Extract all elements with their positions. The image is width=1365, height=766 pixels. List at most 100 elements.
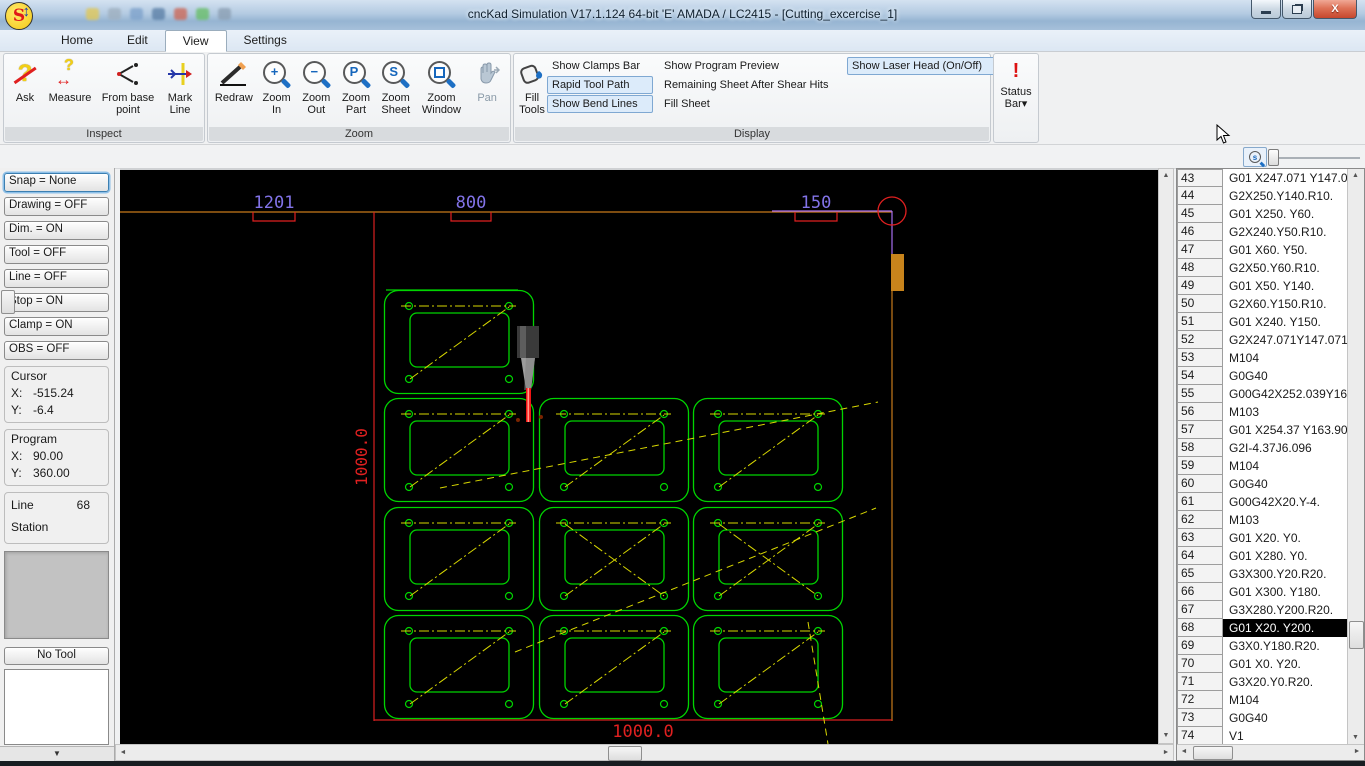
gcode-line-text[interactable]: G01 X20. Y0.	[1223, 529, 1347, 547]
mark-line-button[interactable]: Mark Line	[159, 54, 201, 128]
tab-home[interactable]: Home	[44, 30, 110, 52]
pan-button[interactable]: Pan	[467, 54, 507, 128]
gcode-row[interactable]: 49 G01 X50. Y140.	[1177, 276, 1347, 295]
gcode-zoom-slider-thumb[interactable]	[1268, 149, 1279, 166]
zoom-in-button[interactable]: + Zoom In	[257, 54, 297, 128]
gcode-row[interactable]: 47 G01 X60. Y50.	[1177, 240, 1347, 259]
gcode-row[interactable]: 52 G2X247.071Y147.071R	[1177, 330, 1347, 349]
show-program-preview-toggle[interactable]: Show Program Preview	[659, 57, 841, 75]
gcode-row[interactable]: 62 M103	[1177, 510, 1347, 529]
show-bend-lines-toggle[interactable]: Show Bend Lines	[547, 95, 653, 113]
gcode-vscroll-thumb[interactable]	[1349, 621, 1364, 649]
gcode-row[interactable]: 61 G00G42X20.Y-4.	[1177, 492, 1347, 511]
gcode-line-text[interactable]: G01 X280. Y0.	[1223, 547, 1347, 565]
scroll-right-icon[interactable]: ►	[1350, 745, 1364, 759]
canvas-hscroll-thumb[interactable]	[608, 746, 642, 761]
gcode-line-text[interactable]: G3X280.Y200.R20.	[1223, 601, 1347, 619]
gcode-row[interactable]: 55 G00G42X252.039Y167.	[1177, 384, 1347, 403]
scroll-left-icon[interactable]: ◄	[116, 745, 130, 760]
gcode-row[interactable]: 59 M104	[1177, 456, 1347, 475]
sidebar-toggle-line[interactable]: Line = OFF	[4, 269, 109, 288]
gcode-row[interactable]: 68 G01 X20. Y200.	[1177, 618, 1347, 637]
tab-edit[interactable]: Edit	[110, 30, 165, 52]
gcode-row[interactable]: 54 G0G40	[1177, 366, 1347, 385]
gcode-row[interactable]: 58 G2I-4.37J6.096	[1177, 438, 1347, 457]
fill-sheet-toggle[interactable]: Fill Sheet	[659, 95, 841, 113]
sidebar-toggle-drawing[interactable]: Drawing = OFF	[4, 197, 109, 216]
zoom-sheet-button[interactable]: S Zoom Sheet	[376, 54, 416, 128]
measure-button[interactable]: ? ↔ Measure	[43, 54, 97, 128]
scroll-up-icon[interactable]: ▲	[1159, 169, 1173, 183]
gcode-row[interactable]: 73 G0G40	[1177, 708, 1347, 727]
gcode-line-text[interactable]: G2X240.Y50.R10.	[1223, 223, 1347, 241]
gcode-line-text[interactable]: G01 X60. Y50.	[1223, 241, 1347, 259]
sidebar-toggle-clamp[interactable]: Clamp = ON	[4, 317, 109, 336]
sidebar-toggle-obs[interactable]: OBS = OFF	[4, 341, 109, 360]
gcode-line-text[interactable]: M104	[1223, 691, 1347, 709]
from-base-point-button[interactable]: From base point	[97, 54, 159, 128]
gcode-line-text[interactable]: G3X20.Y0.R20.	[1223, 673, 1347, 691]
sidebar-toggle-stop[interactable]: Stop = ON	[4, 293, 109, 312]
scroll-left-icon[interactable]: ◄	[1177, 745, 1191, 759]
gcode-line-text[interactable]: G2X250.Y140.R10.	[1223, 187, 1347, 205]
gcode-zoom-slider-track[interactable]	[1272, 157, 1360, 159]
gcode-line-text[interactable]: G01 X254.37 Y163.904	[1223, 421, 1347, 439]
gcode-line-text[interactable]: G2I-4.37J6.096	[1223, 439, 1347, 457]
show-clamps-bar-toggle[interactable]: Show Clamps Bar	[547, 57, 653, 75]
gcode-line-text[interactable]: G01 X0. Y20.	[1223, 655, 1347, 673]
scroll-up-icon[interactable]: ▲	[1348, 169, 1363, 183]
remaining-sheet-after-shear-hits-toggle[interactable]: Remaining Sheet After Shear Hits	[659, 76, 841, 94]
gcode-line-text[interactable]: G3X300.Y20.R20.	[1223, 565, 1347, 583]
gcode-row[interactable]: 70 G01 X0. Y20.	[1177, 654, 1347, 673]
gcode-row[interactable]: 44 G2X250.Y140.R10.	[1177, 186, 1347, 205]
gcode-zoom-button[interactable]: s	[1243, 147, 1267, 167]
gcode-line-text[interactable]: G01 X250. Y60.	[1223, 205, 1347, 223]
gcode-row[interactable]: 71 G3X20.Y0.R20.	[1177, 672, 1347, 691]
show-laser-head-toggle[interactable]: Show Laser Head (On/Off)	[847, 57, 999, 75]
canvas-area[interactable]: 1201 800 150 1000.0 1000.0	[120, 168, 1158, 745]
scroll-down-icon[interactable]: ▼	[1348, 731, 1363, 745]
gcode-line-text[interactable]: M104	[1223, 349, 1347, 367]
gcode-line-text[interactable]: G0G40	[1223, 709, 1347, 727]
gcode-row[interactable]: 74 V1	[1177, 726, 1347, 745]
gcode-vertical-scrollbar[interactable]: ▲ ▼	[1347, 169, 1364, 745]
gcode-row[interactable]: 63 G01 X20. Y0.	[1177, 528, 1347, 547]
gcode-row[interactable]: 53 M104	[1177, 348, 1347, 367]
zoom-window-button[interactable]: Zoom Window	[416, 54, 468, 128]
tab-view[interactable]: View	[164, 30, 227, 52]
gcode-row[interactable]: 48 G2X50.Y60.R10.	[1177, 258, 1347, 277]
sidebar-toggle-snap[interactable]: Snap = None	[4, 173, 109, 192]
gcode-line-text[interactable]: G00G42X20.Y-4.	[1223, 493, 1347, 511]
zoom-part-button[interactable]: P Zoom Part	[336, 54, 376, 128]
gcode-line-text[interactable]: G2X50.Y60.R10.	[1223, 259, 1347, 277]
gcode-line-text[interactable]: M103	[1223, 403, 1347, 421]
gcode-row[interactable]: 60 G0G40	[1177, 474, 1347, 493]
gcode-row[interactable]: 45 G01 X250. Y60.	[1177, 204, 1347, 223]
fill-tools-button[interactable]: Fill Tools	[517, 54, 547, 128]
gcode-line-text[interactable]: G00G42X252.039Y167.	[1223, 385, 1347, 403]
simulation-canvas[interactable]: 1201 800 150 1000.0 1000.0	[120, 170, 1156, 745]
canvas-vscroll-thumb[interactable]	[1, 290, 15, 314]
canvas-horizontal-scrollbar[interactable]: ◄ ►	[115, 744, 1174, 761]
gcode-row[interactable]: 69 G3X0.Y180.R20.	[1177, 636, 1347, 655]
canvas-vertical-scrollbar[interactable]: ▲ ▼	[1158, 168, 1174, 744]
gcode-row[interactable]: 51 G01 X240. Y150.	[1177, 312, 1347, 331]
rapid-tool-path-toggle[interactable]: Rapid Tool Path	[547, 76, 653, 94]
gcode-line-selected[interactable]: G01 X20. Y200.	[1223, 619, 1347, 637]
sidebar-toggle-dim[interactable]: Dim. = ON	[4, 221, 109, 240]
gcode-line-text[interactable]: G01 X300. Y180.	[1223, 583, 1347, 601]
gcode-hscroll-thumb[interactable]	[1193, 746, 1233, 760]
gcode-line-text[interactable]: G01 X247.071 Y147.07	[1223, 169, 1347, 187]
gcode-line-text[interactable]: G01 X240. Y150.	[1223, 313, 1347, 331]
gcode-row[interactable]: 66 G01 X300. Y180.	[1177, 582, 1347, 601]
no-tool-button[interactable]: No Tool	[4, 647, 109, 665]
scroll-right-icon[interactable]: ►	[1159, 745, 1173, 760]
gcode-line-text[interactable]: G2X247.071Y147.071R	[1223, 331, 1347, 349]
gcode-line-text[interactable]: M103	[1223, 511, 1347, 529]
scroll-down-icon[interactable]: ▼	[1159, 729, 1173, 743]
ask-button[interactable]: ? Ask	[7, 54, 43, 128]
gcode-line-text[interactable]: V1	[1223, 727, 1347, 745]
gcode-row[interactable]: 46 G2X240.Y50.R10.	[1177, 222, 1347, 241]
gcode-line-text[interactable]: G2X60.Y150.R10.	[1223, 295, 1347, 313]
gcode-row[interactable]: 65 G3X300.Y20.R20.	[1177, 564, 1347, 583]
